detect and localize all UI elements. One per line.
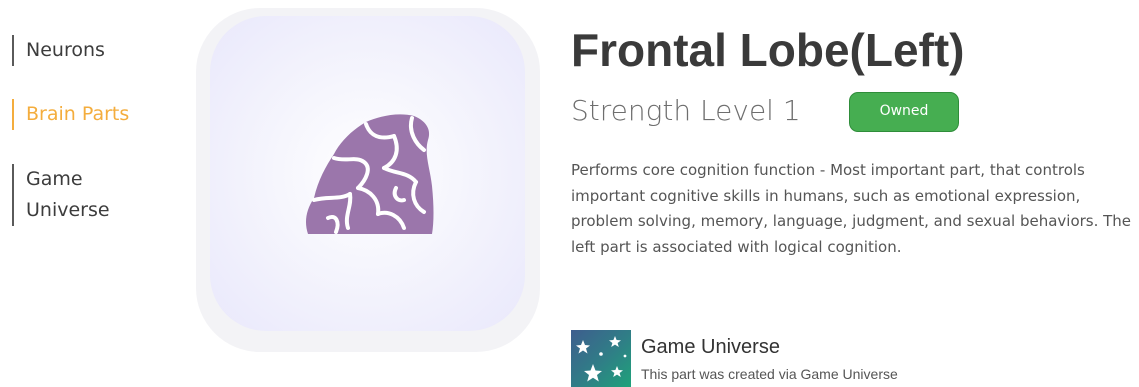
sidebar-item-game-universe[interactable]: Game Universe xyxy=(12,164,136,226)
sidebar: Neurons Brain Parts Game Universe xyxy=(0,0,180,387)
owned-badge: Owned xyxy=(849,92,959,132)
part-description: Performs core cognition function - Most … xyxy=(571,161,1132,256)
stars-icon xyxy=(571,330,631,387)
sidebar-item-brain-parts[interactable]: Brain Parts xyxy=(12,99,129,130)
sidebar-item-neurons[interactable]: Neurons xyxy=(12,35,105,66)
source-caption: This part was created via Game Universe xyxy=(641,366,898,382)
strength-level: Strength Level 1 xyxy=(571,94,801,127)
brain-part-detail-page: Neurons Brain Parts Game Universe Fronta… xyxy=(0,0,1139,387)
source-title: Game Universe xyxy=(641,336,780,358)
page-title: Frontal Lobe(Left) xyxy=(571,24,965,76)
brain-lobe-icon xyxy=(306,114,434,234)
